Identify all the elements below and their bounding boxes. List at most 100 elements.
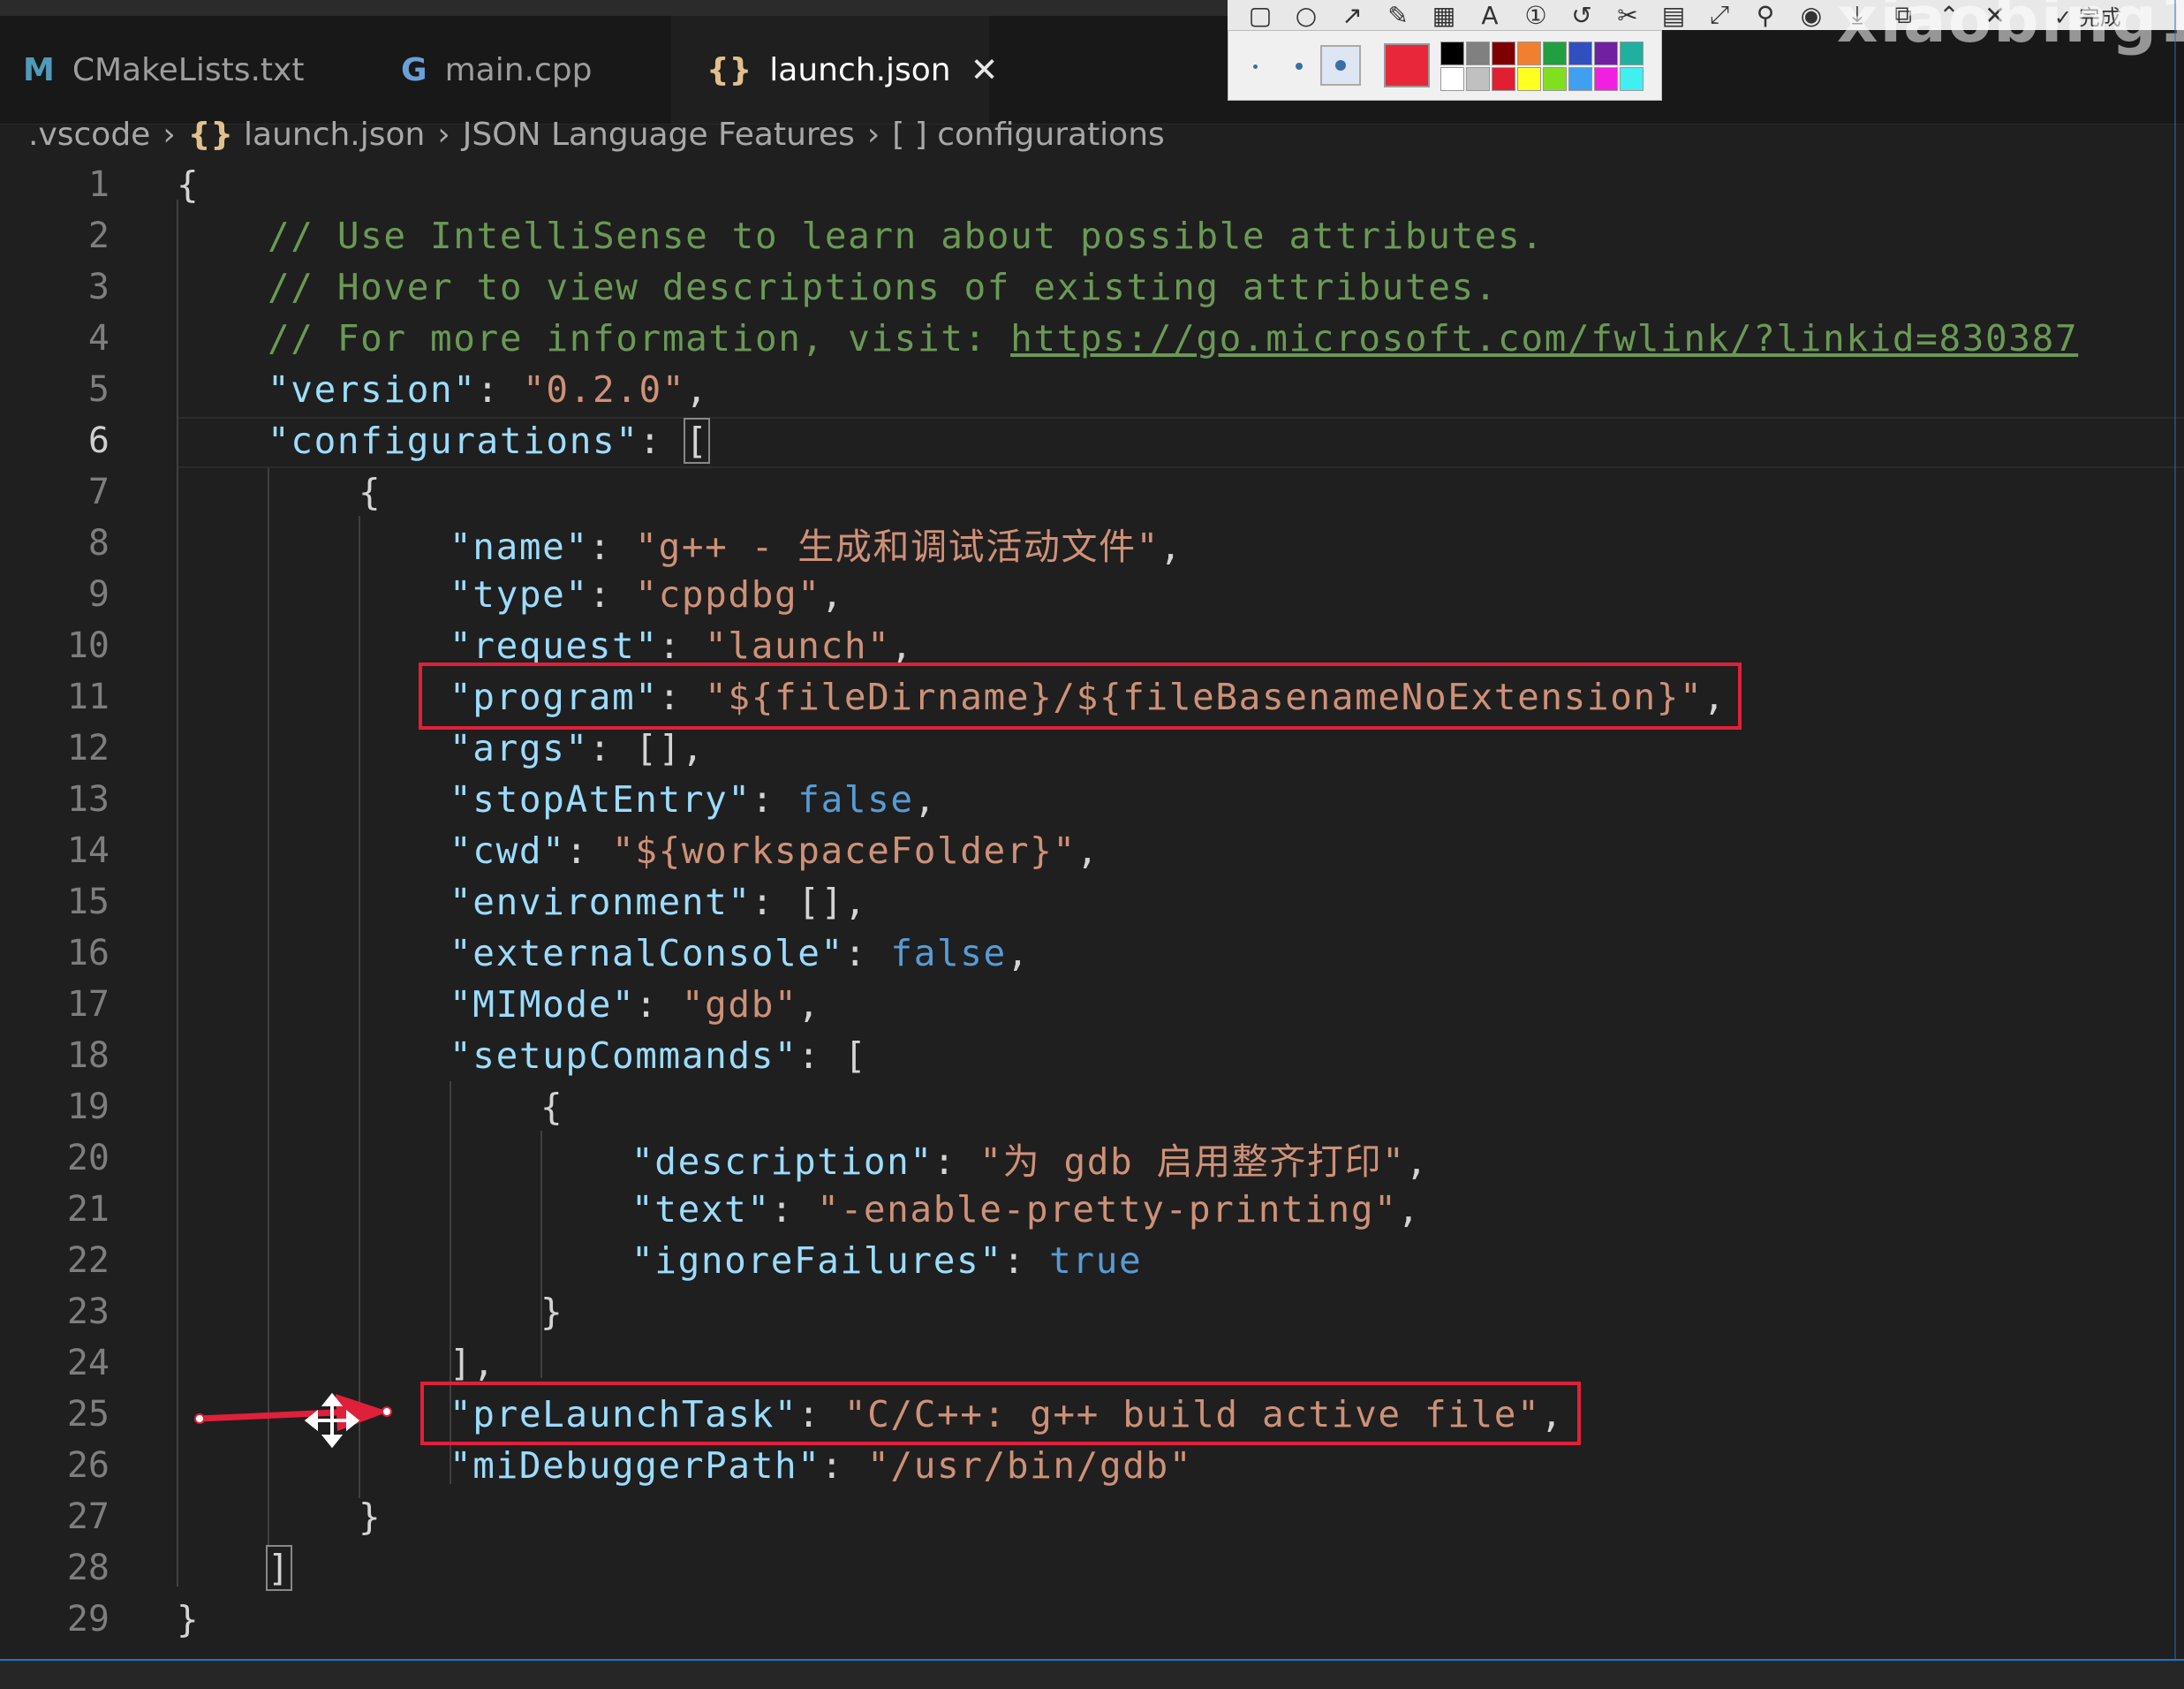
pen-tool-icon[interactable]: ✎ <box>1385 1 1411 30</box>
code-line[interactable]: 9 "type": "cppdbg", <box>0 569 2184 620</box>
expand-icon[interactable]: ⤢ <box>1706 0 1733 29</box>
code-line[interactable]: 27 } <box>0 1491 2184 1542</box>
breadcrumb-json-features[interactable]: JSON Language Features <box>463 117 855 153</box>
record-icon[interactable]: ◉ <box>1798 1 1825 30</box>
size-small-option[interactable] <box>1253 64 1258 69</box>
ellipse-tool-icon[interactable]: ○ <box>1293 1 1319 30</box>
code-line[interactable]: 1 { <box>0 159 2184 210</box>
number-tool-icon[interactable]: ① <box>1523 1 1549 30</box>
code-line[interactable]: 28 ] <box>0 1542 2184 1594</box>
comment-text: // For more information, visit: <box>268 317 1011 360</box>
color-swatch[interactable] <box>1543 67 1567 91</box>
matched-bracket: [ <box>684 418 711 464</box>
code-text: "environment": [], <box>450 881 868 923</box>
annotation-arrow[interactable] <box>185 1383 406 1454</box>
size-medium-option[interactable] <box>1296 63 1303 70</box>
pin-icon[interactable]: ⚲ <box>1752 1 1779 30</box>
tab-cmakelists[interactable]: M CMakeLists.txt <box>0 16 364 124</box>
code-line[interactable]: 21 "text": "-enable-pretty-printing", <box>0 1184 2184 1235</box>
color-swatches <box>1440 42 1644 91</box>
color-swatch[interactable] <box>1620 67 1644 91</box>
code-line[interactable]: 23 } <box>0 1286 2184 1337</box>
code-line[interactable]: 15 "environment": [], <box>0 876 2184 928</box>
undo-icon[interactable]: ↺ <box>1568 1 1595 30</box>
mosaic-tool-icon[interactable]: ▦ <box>1431 1 1457 30</box>
line-number: 10 <box>66 625 110 666</box>
color-swatch[interactable] <box>1492 42 1515 65</box>
code-line[interactable]: 7 { <box>0 466 2184 518</box>
color-swatch[interactable] <box>1594 42 1618 65</box>
line-number: 17 <box>66 984 110 1025</box>
text-tool-icon[interactable]: A <box>1477 1 1503 30</box>
color-swatch[interactable] <box>1440 42 1464 65</box>
code-line[interactable]: 22 "ignoreFailures": true <box>0 1235 2184 1286</box>
code-line[interactable]: 12 "args": [], <box>0 723 2184 774</box>
code-text: "miDebuggerPath": "/usr/bin/gdb" <box>450 1444 1193 1487</box>
code-line[interactable]: 17 "MIMode": "gdb", <box>0 979 2184 1030</box>
code-line[interactable]: 13 "stopAtEntry": false, <box>0 774 2184 825</box>
cut-icon[interactable]: ✂ <box>1614 1 1641 30</box>
rectangle-tool-icon[interactable]: ▢ <box>1247 1 1273 30</box>
json-file-icon: {} <box>707 51 752 88</box>
code-line[interactable]: 20 "description": "为 gdb 启用整齐打印", <box>0 1132 2184 1184</box>
code-text: "ignoreFailures": true <box>631 1239 1143 1282</box>
code-line[interactable]: 16 "externalConsole": false, <box>0 928 2184 979</box>
color-swatch[interactable] <box>1568 67 1592 91</box>
color-swatch[interactable] <box>1620 42 1644 65</box>
line-number: 11 <box>66 677 110 717</box>
watermark: xiaobing1 <box>1837 0 2184 57</box>
color-swatch[interactable] <box>1440 67 1464 91</box>
size-large-option[interactable] <box>1320 45 1361 86</box>
code-line[interactable]: 14 "cwd": "${workspaceFolder}", <box>0 825 2184 876</box>
color-swatch[interactable] <box>1517 42 1541 65</box>
code-line[interactable]: 18 "setupCommands": [ <box>0 1030 2184 1081</box>
code-line[interactable]: 3 // Hover to view descriptions of exist… <box>0 261 2184 313</box>
color-swatch[interactable] <box>1594 67 1618 91</box>
code-line[interactable]: 4 // For more information, visit: https:… <box>0 313 2184 364</box>
code-line-current[interactable]: 6 "configurations": [ <box>0 415 2184 466</box>
ocr-icon[interactable]: ▤ <box>1660 1 1687 30</box>
breadcrumb-vscode[interactable]: .vscode <box>28 117 150 153</box>
json-string: "-enable-pretty-printing" <box>817 1188 1398 1231</box>
line-number: 6 <box>87 420 110 461</box>
color-palette-panel <box>1228 30 1662 101</box>
code-line[interactable]: 19 { <box>0 1081 2184 1132</box>
breadcrumb-launch-json[interactable]: launch.json <box>244 117 425 153</box>
json-key: "environment" <box>450 881 752 923</box>
code-editor[interactable]: 1 { 2 // Use IntelliSense to learn about… <box>0 159 2184 1652</box>
bottom-panel-edge <box>0 1661 2184 1689</box>
code-line[interactable]: 2 // Use IntelliSense to learn about pos… <box>0 210 2184 261</box>
arrow-tool-icon[interactable]: ↗ <box>1339 1 1365 30</box>
line-number: 24 <box>66 1343 110 1383</box>
json-key: "type" <box>450 573 589 616</box>
code-line[interactable]: 5 "version": "0.2.0", <box>0 364 2184 415</box>
code-line[interactable]: 8 "name": "g++ - 生成和调试活动文件", <box>0 518 2184 569</box>
color-swatch[interactable] <box>1543 42 1567 65</box>
color-swatch[interactable] <box>1517 67 1541 91</box>
color-swatch[interactable] <box>1466 42 1490 65</box>
breadcrumb-configurations[interactable]: [ ] configurations <box>892 117 1165 153</box>
documentation-link[interactable]: https://go.microsoft.com/fwlink/?linkid=… <box>1010 317 2078 360</box>
json-string: "/usr/bin/gdb" <box>867 1444 1193 1487</box>
json-key: "configurations" <box>268 420 639 462</box>
comment-text: // Use IntelliSense to learn about possi… <box>268 215 1545 257</box>
code-text: { <box>177 163 200 206</box>
color-swatch[interactable] <box>1466 67 1490 91</box>
color-swatch[interactable] <box>1568 42 1592 65</box>
close-icon[interactable]: ✕ <box>971 50 999 89</box>
line-number: 3 <box>87 267 110 307</box>
color-swatch[interactable] <box>1492 67 1515 91</box>
code-line[interactable]: 29 } <box>0 1594 2184 1645</box>
line-number: 27 <box>66 1496 110 1537</box>
selection-edge <box>2174 0 2176 1661</box>
json-key: "ignoreFailures" <box>631 1239 1003 1282</box>
json-array: [] <box>797 881 844 923</box>
chevron-right-icon: › <box>437 116 450 153</box>
json-string: "gdb" <box>681 983 798 1026</box>
line-number: 13 <box>66 779 110 820</box>
tab-launch-json[interactable]: {} launch.json ✕ <box>671 16 998 124</box>
title-strip <box>0 0 1228 16</box>
line-number: 1 <box>87 164 110 205</box>
tab-label: launch.json <box>769 51 951 88</box>
tab-main-cpp[interactable]: G main.cpp <box>380 16 671 124</box>
